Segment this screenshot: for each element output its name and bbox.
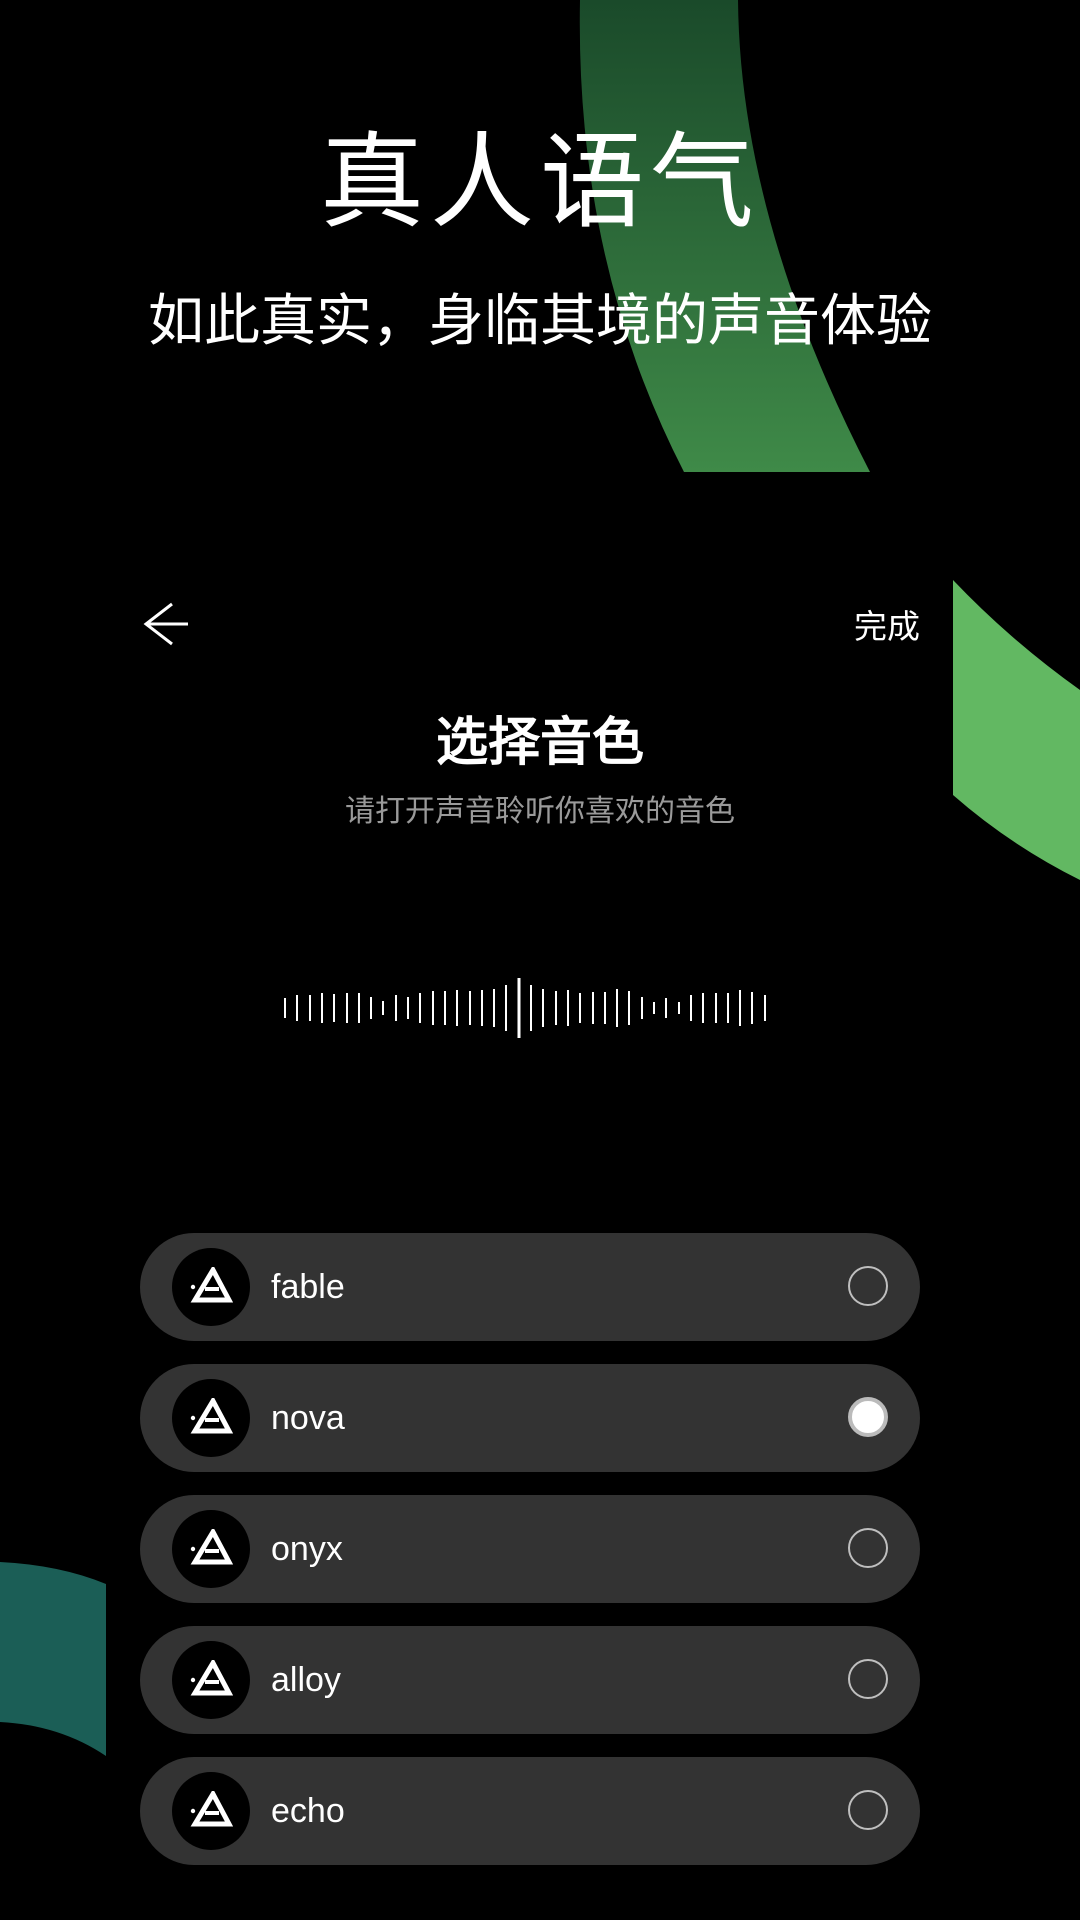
radio-button[interactable] [848, 1397, 888, 1437]
voice-logo-icon [190, 1660, 233, 1696]
voice-logo-icon [190, 1791, 233, 1827]
sheet-title: 选择音色 [435, 713, 644, 773]
voice-avatar [172, 1510, 250, 1588]
voice-item-onyx[interactable]: onyx [140, 1495, 920, 1603]
radio-button[interactable] [848, 1266, 888, 1306]
voice-logo-icon [190, 1267, 233, 1303]
voice-name: echo [271, 1792, 345, 1830]
voice-list: fable nova onyx alloy echo [140, 1233, 920, 1888]
voice-avatar [172, 1641, 250, 1719]
radio-button[interactable] [848, 1528, 888, 1568]
voice-item-echo[interactable]: echo [140, 1757, 920, 1865]
voice-name: nova [271, 1399, 345, 1437]
voice-avatar [172, 1772, 250, 1850]
voice-item-fable[interactable]: fable [140, 1233, 920, 1341]
back-button[interactable] [132, 596, 192, 652]
arrow-left-icon [143, 602, 188, 646]
voice-name: onyx [271, 1530, 343, 1568]
promo-title: 真人语气 [319, 121, 760, 243]
sheet-subtitle: 请打开声音聆听你喜欢的音色 [345, 794, 735, 829]
voice-item-alloy[interactable]: alloy [140, 1626, 920, 1734]
radio-button[interactable] [848, 1659, 888, 1699]
teal-arc-left [0, 1562, 106, 1756]
voice-name: fable [271, 1268, 345, 1306]
voice-name: alloy [271, 1661, 341, 1699]
voice-avatar [172, 1248, 250, 1326]
voice-logo-icon [190, 1529, 233, 1565]
voice-logo-icon [190, 1398, 233, 1434]
voice-avatar [172, 1379, 250, 1457]
voice-item-nova[interactable]: nova [140, 1364, 920, 1472]
radio-button[interactable] [848, 1790, 888, 1830]
promo-subtitle: 如此真实，身临其境的声音体验 [148, 289, 932, 354]
done-button[interactable]: 完成 [854, 600, 920, 648]
audio-waveform-icon [284, 978, 766, 1038]
